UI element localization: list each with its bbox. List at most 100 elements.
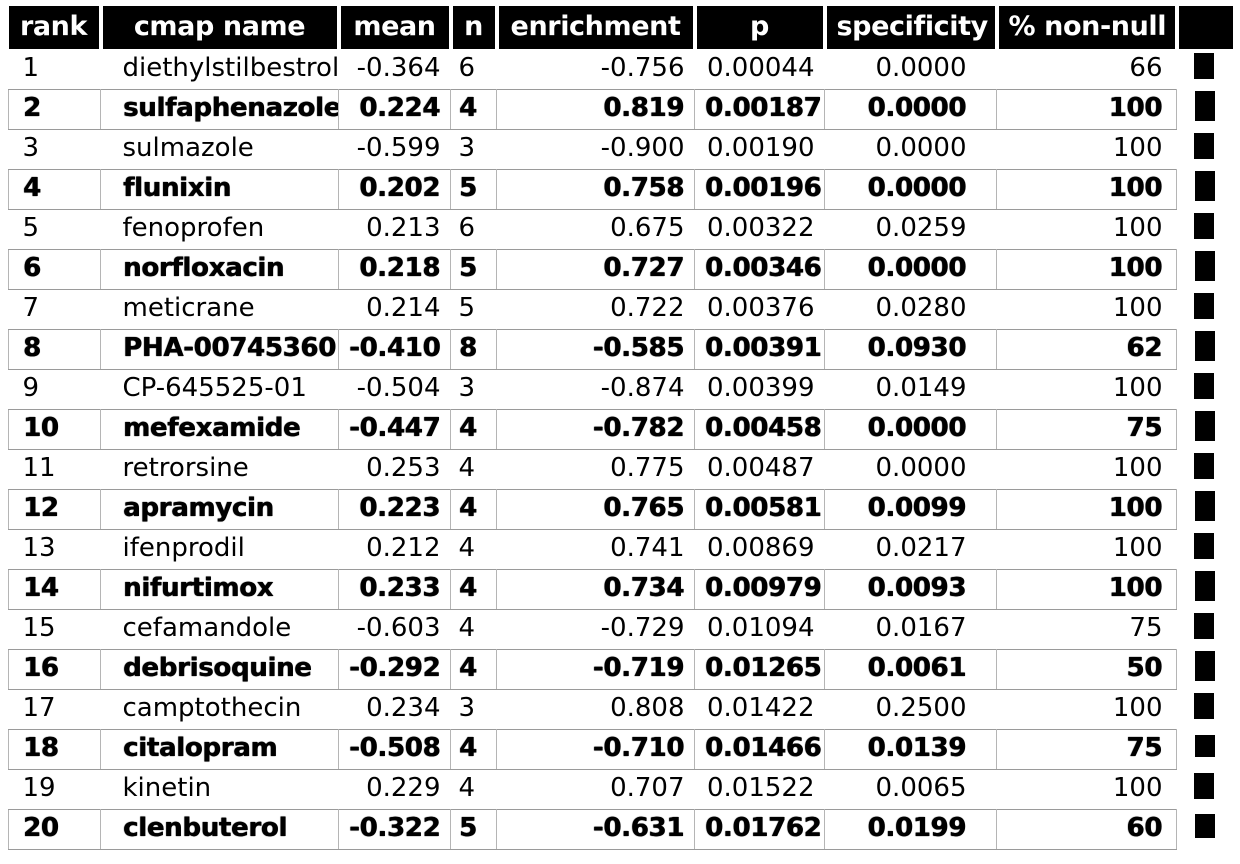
cell-pct-nonnull: 75 [1129, 613, 1163, 643]
cell-bar-indicator [1177, 129, 1233, 169]
cell-enrichment: 0.808 [610, 693, 685, 723]
table-row[interactable]: 15 cefamandole -0.603 4 -0.729 0.01094 0.0167 7… [9, 609, 1233, 649]
cell-rank: 7 [22, 293, 40, 323]
column-header-mean[interactable]: mean [338, 6, 453, 49]
cell-n: 6 [458, 52, 476, 83]
table-header: rank cmap name mean n enrichment p speci… [8, 6, 1233, 49]
cell-rank: 12 [8, 488, 101, 530]
cell-mean: 0.229 [366, 773, 441, 803]
cell-rank: 20 [8, 808, 101, 850]
cell-cmap-name: camptothecin [122, 693, 302, 723]
cell-specificity: 0.0139 [824, 728, 997, 770]
cell-bar-indicator [1177, 649, 1233, 689]
cell-pct-nonnull: 66 [1129, 52, 1163, 83]
cell-p: 0.00196 [694, 168, 825, 210]
cmap-results-table: rank cmap name mean n enrichment p speci… [8, 6, 1233, 850]
cell-mean: -0.447 [338, 408, 451, 450]
table-row[interactable]: 20 clenbuterol -0.322 5 -0.631 0.01762 0.0199 6… [8, 808, 1233, 850]
cell-bar-indicator [1177, 809, 1233, 849]
cell-mean: 0.223 [338, 488, 451, 530]
cell-mean: -0.364 [356, 52, 441, 83]
bar-indicator-glyph [1194, 570, 1215, 601]
cell-specificity: 0.0149 [875, 373, 967, 403]
column-header-pct-nonnull[interactable]: % non-null [996, 6, 1179, 49]
cell-cmap-name: flunixin [100, 168, 339, 210]
cell-pct-nonnull: 100 [1112, 453, 1163, 483]
table-row[interactable]: 12 apramycin 0.223 4 0.765 0.00581 0.0099 100 [8, 488, 1233, 530]
table-row[interactable]: 9 CP-645525-01 -0.504 3 -0.874 0.00399 0.0149 1… [9, 369, 1233, 409]
cell-cmap-name: nifurtimox [100, 568, 339, 610]
cell-specificity: 0.0199 [824, 808, 997, 850]
cell-specificity: 0.0061 [824, 648, 997, 690]
cell-mean: -0.599 [356, 133, 441, 163]
cell-enrichment: -0.631 [496, 808, 695, 850]
cell-mean: -0.322 [338, 808, 451, 850]
column-header-enrichment[interactable]: enrichment [496, 6, 697, 49]
cell-enrichment: -0.756 [600, 52, 685, 83]
table-row[interactable]: 14 nifurtimox 0.233 4 0.734 0.00979 0.0093 100 [8, 568, 1233, 610]
cell-pct-nonnull: 100 [996, 248, 1177, 290]
cell-pct-nonnull: 62 [996, 328, 1177, 370]
table-row[interactable]: 4 flunixin 0.202 5 0.758 0.00196 0.0000 100 [8, 168, 1233, 210]
bar-indicator-glyph [1194, 90, 1215, 121]
cell-specificity: 0.0099 [824, 488, 997, 530]
cell-bar-indicator [1177, 569, 1233, 609]
column-header-specificity[interactable]: specificity [824, 6, 999, 49]
cell-specificity: 0.0280 [875, 293, 967, 323]
cell-bar-indicator [1177, 609, 1233, 649]
table-row[interactable]: 17 camptothecin 0.234 3 0.808 0.01422 0.2500 10… [9, 689, 1233, 729]
cell-p: 0.00399 [706, 373, 815, 403]
cell-rank: 17 [22, 693, 56, 723]
table-row[interactable]: 11 retrorsine 0.253 4 0.775 0.00487 0.0000 100 [9, 449, 1233, 489]
cell-n: 5 [450, 168, 497, 210]
cell-enrichment: -0.729 [600, 613, 685, 643]
table-row[interactable]: 13 ifenprodil 0.212 4 0.741 0.00869 0.0217 100 [9, 529, 1233, 569]
bar-indicator-glyph [1194, 250, 1215, 281]
table-row[interactable]: 18 citalopram -0.508 4 -0.710 0.01466 0.0139 75 [8, 728, 1233, 770]
cell-mean: -0.603 [356, 613, 441, 643]
column-header-cmap-name[interactable]: cmap name [100, 6, 341, 49]
table-row[interactable]: 16 debrisoquine -0.292 4 -0.719 0.01265 0.0061… [8, 648, 1233, 690]
cell-specificity: 0.0000 [824, 408, 997, 450]
cell-pct-nonnull: 50 [996, 648, 1177, 690]
cell-n: 4 [450, 408, 497, 450]
cell-n: 5 [458, 293, 476, 323]
table-row[interactable]: 10 mefexamide -0.447 4 -0.782 0.00458 0.0000 75 [8, 408, 1233, 450]
column-header-p[interactable]: p [694, 6, 827, 49]
cell-pct-nonnull: 75 [996, 408, 1177, 450]
cell-cmap-name: ifenprodil [122, 533, 245, 563]
table-row[interactable]: 3 sulmazole -0.599 3 -0.900 0.00190 0.0000 100 [9, 129, 1233, 169]
bar-indicator-glyph [1194, 452, 1215, 479]
cell-specificity: 0.0000 [824, 248, 997, 290]
table-row[interactable]: 1 diethylstilbestrol -0.364 6 -0.756 0.00044 0… [9, 49, 1233, 89]
column-header-n[interactable]: n [450, 6, 499, 49]
bar-indicator-glyph [1194, 170, 1215, 201]
cell-n: 4 [450, 728, 497, 770]
table-row[interactable]: 8 PHA-00745360 -0.410 8 -0.585 0.00391 0.0930 6… [8, 328, 1233, 370]
table-row[interactable]: 19 kinetin 0.229 4 0.707 0.01522 0.0065 100 [9, 769, 1233, 809]
cell-enrichment: -0.900 [600, 133, 685, 163]
cell-mean: -0.410 [338, 328, 451, 370]
cell-cmap-name: citalopram [100, 728, 339, 770]
cell-cmap-name: CP-645525-01 [122, 373, 307, 403]
cell-cmap-name: diethylstilbestrol [122, 52, 339, 83]
cell-mean: 0.202 [338, 168, 451, 210]
cell-pct-nonnull: 100 [1112, 133, 1163, 163]
table-row[interactable]: 5 fenoprofen 0.213 6 0.675 0.00322 0.0259 100 [9, 209, 1233, 249]
cell-rank: 15 [22, 613, 56, 643]
column-header-rank[interactable]: rank [8, 6, 103, 49]
table-row[interactable]: 7 meticrane 0.214 5 0.722 0.00376 0.0280 100 [9, 289, 1233, 329]
table-row[interactable]: 6 norfloxacin 0.218 5 0.727 0.00346 0.0000 100 [8, 248, 1233, 290]
cell-cmap-name: debrisoquine [100, 648, 339, 690]
cell-pct-nonnull: 100 [1112, 213, 1163, 243]
cell-rank: 11 [22, 453, 56, 483]
cell-rank: 1 [22, 52, 40, 83]
cell-bar-indicator [1177, 489, 1233, 529]
cell-pct-nonnull: 100 [996, 568, 1177, 610]
cell-n: 4 [458, 613, 476, 643]
table-row[interactable]: 2 sulfaphenazole 0.224 4 0.819 0.00187 0.0000 1… [8, 88, 1233, 130]
bar-indicator-glyph [1194, 330, 1215, 361]
bar-indicator-glyph [1194, 813, 1215, 838]
cell-enrichment: -0.782 [496, 408, 695, 450]
cell-mean: 0.214 [366, 293, 441, 323]
